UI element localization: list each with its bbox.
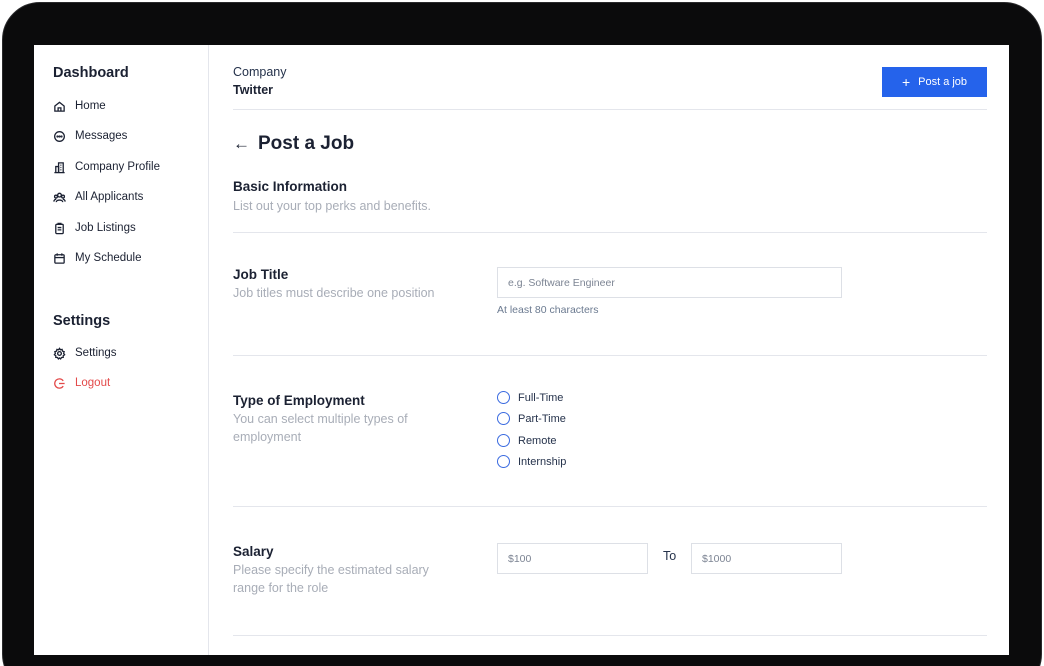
sidebar-item-all-applicants[interactable]: All Applicants [53, 189, 143, 205]
message-icon [54, 130, 65, 142]
main-content: Company Twitter + Post a job ← Post a Jo… [209, 45, 1009, 655]
radio-button[interactable] [497, 434, 510, 447]
basic-info-title: Basic Information [233, 179, 348, 194]
sidebar: Dashboard Home Messages Company Profile … [34, 45, 209, 655]
basic-info-desc: List out your top perks and benefits. [233, 199, 432, 213]
section-divider [233, 506, 987, 507]
option-label: Internship [518, 455, 567, 468]
sidebar-item-label: My Schedule [75, 252, 142, 264]
company-name[interactable]: Twitter [233, 83, 273, 97]
job-title-desc: Job titles must describe one position [233, 286, 435, 300]
sidebar-item-messages[interactable]: Messages [53, 128, 127, 144]
app-screen: Dashboard Home Messages Company Profile … [34, 45, 1009, 655]
section-divider [233, 635, 987, 636]
job-title-field[interactable] [497, 267, 842, 298]
logout-icon [54, 377, 65, 389]
sidebar-item-my-schedule[interactable]: My Schedule [53, 250, 141, 266]
page-title: ← Post a Job [233, 133, 354, 155]
sidebar-item-label: Messages [75, 130, 128, 142]
salary-max-input[interactable] [702, 552, 841, 565]
back-arrow-icon[interactable]: ← [233, 134, 250, 154]
job-title-heading: Job Title [233, 267, 289, 282]
sidebar-item-home[interactable]: Home [53, 98, 106, 114]
section-divider [233, 355, 987, 356]
sidebar-item-label: Job Listings [75, 222, 136, 234]
calendar-icon [54, 252, 65, 264]
home-icon [54, 100, 65, 112]
sidebar-item-logout[interactable]: Logout [53, 375, 110, 391]
salary-heading: Salary [233, 544, 274, 559]
sidebar-item-label: Logout [75, 377, 111, 389]
salary-min-input[interactable] [508, 552, 647, 565]
salary-desc: Please specify the estimated salary rang… [233, 563, 429, 595]
building-icon [54, 161, 65, 173]
sidebar-item-label: Company Profile [75, 161, 161, 173]
gear-icon [53, 346, 66, 360]
salary-min-field[interactable] [497, 543, 648, 574]
salary-to-label: To [663, 549, 677, 563]
employment-option-full-time[interactable]: Full-Time [497, 391, 563, 404]
section-divider [233, 232, 987, 233]
radio-button[interactable] [497, 455, 510, 468]
dashboard-heading: Dashboard [53, 65, 129, 81]
post-job-button[interactable]: + Post a job [882, 67, 987, 97]
sidebar-item-label: Settings [75, 347, 117, 359]
radio-button[interactable] [497, 391, 510, 404]
employment-option-remote[interactable]: Remote [497, 434, 557, 447]
job-title-input[interactable] [508, 276, 841, 289]
employment-heading: Type of Employment [233, 393, 365, 408]
plus-icon: + [901, 74, 911, 90]
users-icon [53, 192, 66, 202]
settings-heading: Settings [53, 313, 111, 329]
post-job-label: Post a job [918, 76, 968, 88]
job-title-hint: At least 80 characters [497, 304, 599, 316]
option-label: Full-Time [518, 391, 564, 404]
salary-max-field[interactable] [691, 543, 842, 574]
sidebar-item-settings[interactable]: Settings [53, 345, 117, 361]
option-label: Part-Time [518, 412, 566, 425]
sidebar-item-label: All Applicants [75, 191, 144, 203]
sidebar-item-company-profile[interactable]: Company Profile [53, 159, 160, 175]
option-label: Remote [518, 434, 557, 447]
sidebar-item-label: Home [75, 100, 106, 112]
clipboard-icon [55, 222, 64, 234]
employment-option-internship[interactable]: Internship [497, 455, 566, 468]
radio-button[interactable] [497, 412, 510, 425]
sidebar-item-job-listings[interactable]: Job Listings [53, 220, 136, 236]
employment-desc: You can select multiple types of employm… [233, 412, 408, 444]
header-divider [233, 109, 987, 110]
company-label: Company [233, 65, 287, 79]
employment-option-part-time[interactable]: Part-Time [497, 412, 566, 425]
page-title-text: Post a Job [258, 133, 355, 154]
